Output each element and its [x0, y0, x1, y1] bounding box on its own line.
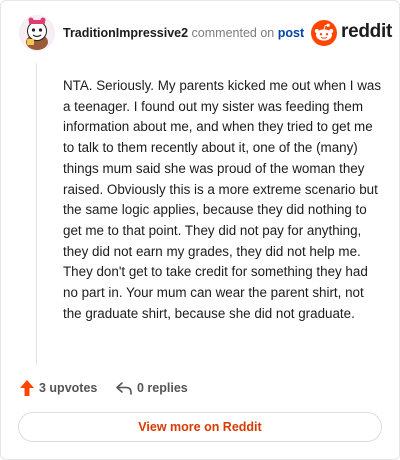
user-avatar[interactable] [19, 15, 55, 51]
comment-header: TraditionImpressive2 commented on post r… [19, 15, 392, 55]
reddit-logo-icon [311, 20, 337, 46]
avatar-icon [19, 15, 55, 51]
upvotes-count: 3 upvotes [39, 381, 98, 395]
replies-count: 0 replies [137, 381, 188, 395]
comment-body: NTA. Seriously. My parents kicked me out… [63, 78, 382, 321]
upvote-arrow-icon [20, 380, 34, 396]
username-link[interactable]: TraditionImpressive2 [63, 26, 188, 40]
upvote-button[interactable]: 3 upvotes [19, 377, 97, 399]
comment-actions: 3 upvotes 0 replies [19, 377, 319, 399]
commented-on-text: commented on [191, 26, 275, 40]
comment-card: TraditionImpressive2 commented on post r… [0, 0, 400, 460]
view-more-button[interactable]: View more on Reddit [18, 412, 382, 442]
reply-button[interactable]: 0 replies [115, 377, 188, 399]
post-link[interactable]: post [278, 26, 304, 40]
reddit-brand[interactable]: reddit [311, 19, 392, 49]
reply-arrow-icon [116, 382, 132, 395]
reddit-wordmark: reddit [341, 21, 392, 42]
comment-meta: TraditionImpressive2 commented on post [63, 26, 304, 40]
thread-line [36, 63, 37, 365]
